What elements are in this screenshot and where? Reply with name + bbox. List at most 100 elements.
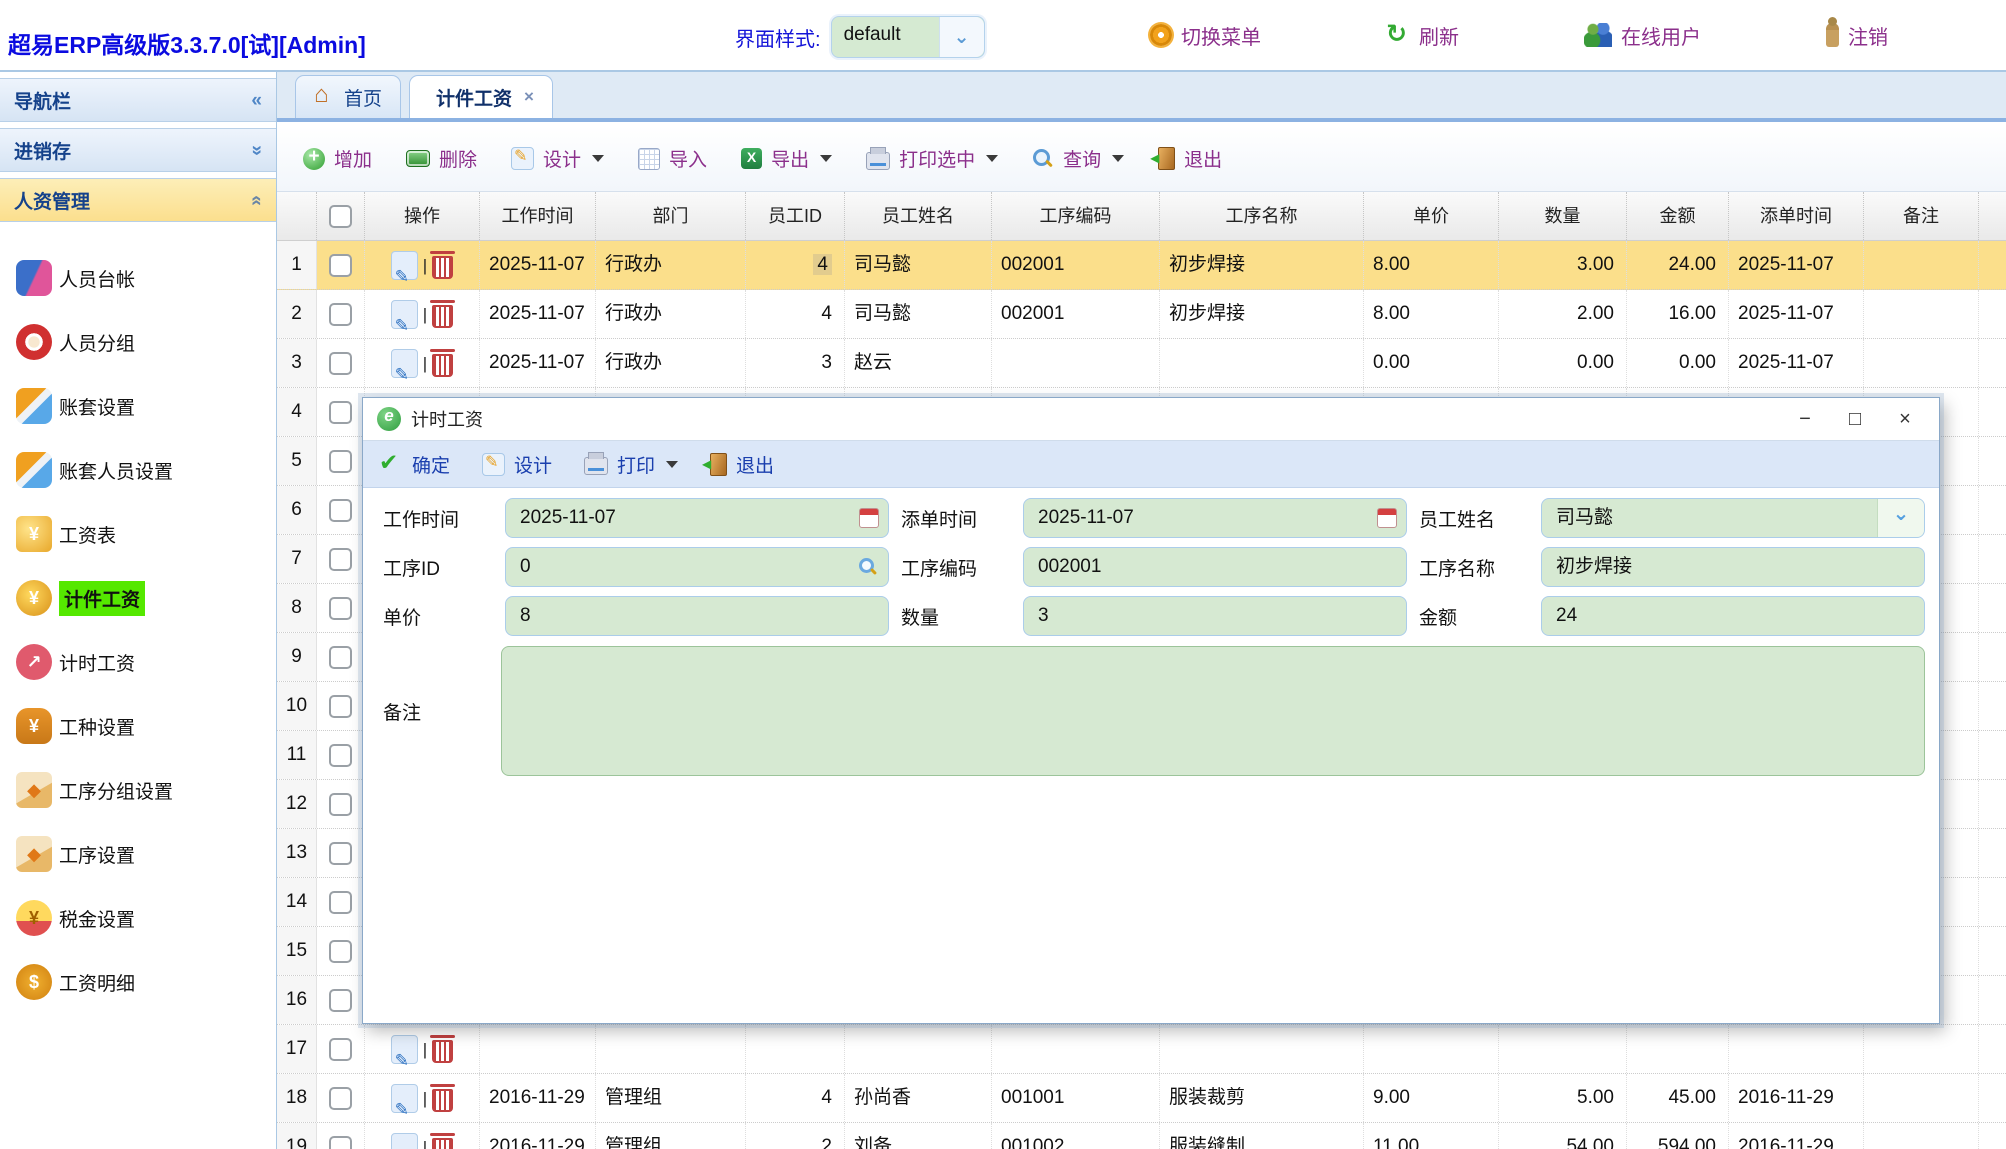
table-row[interactable]: 3 | 2025-11-07 行政办 3 赵云 0.00 0.00 0.0: [277, 339, 2006, 388]
edit-icon[interactable]: [391, 300, 418, 329]
sidebar-item[interactable]: 人员台帐: [0, 246, 276, 310]
dialog-toolbar-button[interactable]: 确定: [379, 451, 450, 478]
top-menu-item[interactable]: 刷新: [1386, 21, 1459, 50]
row-checkbox[interactable]: [329, 989, 352, 1012]
field-input[interactable]: 3: [1023, 596, 1407, 636]
row-checkbox[interactable]: [329, 548, 352, 571]
sidebar-item[interactable]: 账套设置: [0, 374, 276, 438]
toolbar-button[interactable]: 设计: [511, 145, 604, 172]
dialog-toolbar-button[interactable]: 打印: [584, 451, 678, 478]
sidebar-item[interactable]: 工资明细: [0, 950, 276, 1014]
delete-icon[interactable]: [432, 1138, 453, 1149]
sidebar-item[interactable]: 计件工资: [0, 566, 276, 630]
column-header[interactable]: 工作时间: [480, 192, 596, 240]
row-checkbox[interactable]: [329, 450, 352, 473]
field-input[interactable]: 8: [505, 596, 889, 636]
toolbar-button[interactable]: 查询: [1032, 145, 1124, 172]
toolbar-button[interactable]: 导入: [638, 145, 707, 172]
sidebar-item[interactable]: 人员分组: [0, 310, 276, 374]
caret-down-icon[interactable]: [592, 155, 604, 162]
maximize-icon[interactable]: □: [1835, 408, 1875, 431]
field-icon[interactable]: [858, 557, 878, 577]
column-header[interactable]: 部门: [596, 192, 746, 240]
delete-icon[interactable]: [432, 1040, 453, 1063]
delete-icon[interactable]: [432, 305, 453, 328]
table-row[interactable]: 19 | 2016-11-29 管理组 2 刘备 001002 服装缝制 11.…: [277, 1123, 2006, 1149]
table-row[interactable]: 17 |: [277, 1025, 2006, 1074]
column-header[interactable]: 单价: [1364, 192, 1499, 240]
edit-icon[interactable]: [391, 1133, 418, 1149]
caret-down-icon[interactable]: [1112, 155, 1124, 162]
sidebar-item[interactable]: 工资表: [0, 502, 276, 566]
field-input[interactable]: 初步焊接: [1541, 547, 1925, 587]
sidebar-section-header[interactable]: 导航栏: [0, 78, 276, 122]
sidebar-section-header[interactable]: 人资管理: [0, 178, 276, 222]
column-header[interactable]: 操作: [365, 192, 480, 240]
table-row[interactable]: 18 | 2016-11-29 管理组 4 孙尚香 001001 服装裁剪 9.…: [277, 1074, 2006, 1123]
column-header[interactable]: 工序名称: [1160, 192, 1364, 240]
row-checkbox[interactable]: [329, 842, 352, 865]
select-all-checkbox[interactable]: [329, 205, 352, 228]
sidebar-item[interactable]: 计时工资: [0, 630, 276, 694]
table-row[interactable]: 2 | 2025-11-07 行政办 4 司马懿 002001 初步焊接 8.0…: [277, 290, 2006, 339]
row-checkbox[interactable]: [329, 695, 352, 718]
row-checkbox[interactable]: [329, 1087, 352, 1110]
column-header[interactable]: 金额: [1627, 192, 1729, 240]
field-input[interactable]: 002001: [1023, 547, 1407, 587]
field-input[interactable]: 司马懿: [1541, 498, 1925, 538]
field-input[interactable]: 24: [1541, 596, 1925, 636]
toolbar-button[interactable]: 增加: [303, 145, 372, 172]
interface-style-select[interactable]: default ⌄: [831, 16, 985, 58]
sidebar-item[interactable]: 税金设置: [0, 886, 276, 950]
field-input[interactable]: 0: [505, 547, 889, 587]
sidebar-item[interactable]: 账套人员设置: [0, 438, 276, 502]
top-menu-item[interactable]: 切换菜单: [1150, 21, 1261, 50]
column-header[interactable]: 添单时间: [1729, 192, 1864, 240]
tab[interactable]: 首页: [295, 75, 401, 118]
toolbar-button[interactable]: 打印选中: [866, 145, 998, 172]
column-header[interactable]: 数量: [1499, 192, 1627, 240]
row-checkbox[interactable]: [329, 744, 352, 767]
field-icon[interactable]: [1377, 508, 1397, 528]
toolbar-button[interactable]: 退出: [1158, 145, 1222, 172]
minimize-icon[interactable]: −: [1785, 408, 1825, 431]
caret-down-icon[interactable]: [820, 155, 832, 162]
column-header[interactable]: 员工ID: [746, 192, 845, 240]
column-header[interactable]: 员工姓名: [845, 192, 992, 240]
row-checkbox[interactable]: [329, 940, 352, 963]
row-checkbox[interactable]: [329, 499, 352, 522]
chevron-icon[interactable]: [251, 191, 262, 210]
sidebar-section-header[interactable]: 进销存: [0, 128, 276, 172]
field-input[interactable]: 2025-11-07: [505, 498, 889, 538]
sidebar-item[interactable]: 工种设置: [0, 694, 276, 758]
chevron-down-icon[interactable]: ⌄: [939, 17, 984, 57]
row-checkbox[interactable]: [329, 891, 352, 914]
field-input[interactable]: 2025-11-07: [1023, 498, 1407, 538]
tab-close-icon[interactable]: ×: [524, 87, 534, 107]
row-checkbox[interactable]: [329, 597, 352, 620]
edit-icon[interactable]: [391, 251, 418, 280]
sidebar-item[interactable]: 工序设置: [0, 822, 276, 886]
close-icon[interactable]: ×: [1885, 408, 1925, 431]
top-menu-item[interactable]: 在线用户: [1584, 21, 1701, 50]
row-checkbox[interactable]: [329, 401, 352, 424]
caret-down-icon[interactable]: [986, 155, 998, 162]
dialog-toolbar-button[interactable]: 退出: [710, 451, 774, 478]
toolbar-button[interactable]: 删除: [406, 145, 477, 172]
remark-textarea[interactable]: [501, 646, 1925, 776]
table-row[interactable]: 1 | 2025-11-07 行政办 4 司马懿 002001 初步焊接 8.0…: [277, 241, 2006, 290]
delete-icon[interactable]: [432, 354, 453, 377]
chevron-icon[interactable]: [251, 141, 262, 160]
row-checkbox[interactable]: [329, 1038, 352, 1061]
tab[interactable]: 计件工资 ×: [409, 75, 553, 118]
dialog-toolbar-button[interactable]: 设计: [482, 451, 552, 478]
column-header[interactable]: 备注: [1864, 192, 1979, 240]
row-checkbox[interactable]: [329, 352, 352, 375]
field-icon[interactable]: [1877, 499, 1924, 537]
top-menu-item[interactable]: 注销: [1826, 21, 1888, 50]
column-header[interactable]: 工序编码: [992, 192, 1160, 240]
sidebar-item[interactable]: 工序分组设置: [0, 758, 276, 822]
field-icon[interactable]: [859, 508, 879, 528]
delete-icon[interactable]: [432, 256, 453, 279]
edit-icon[interactable]: [391, 349, 418, 378]
